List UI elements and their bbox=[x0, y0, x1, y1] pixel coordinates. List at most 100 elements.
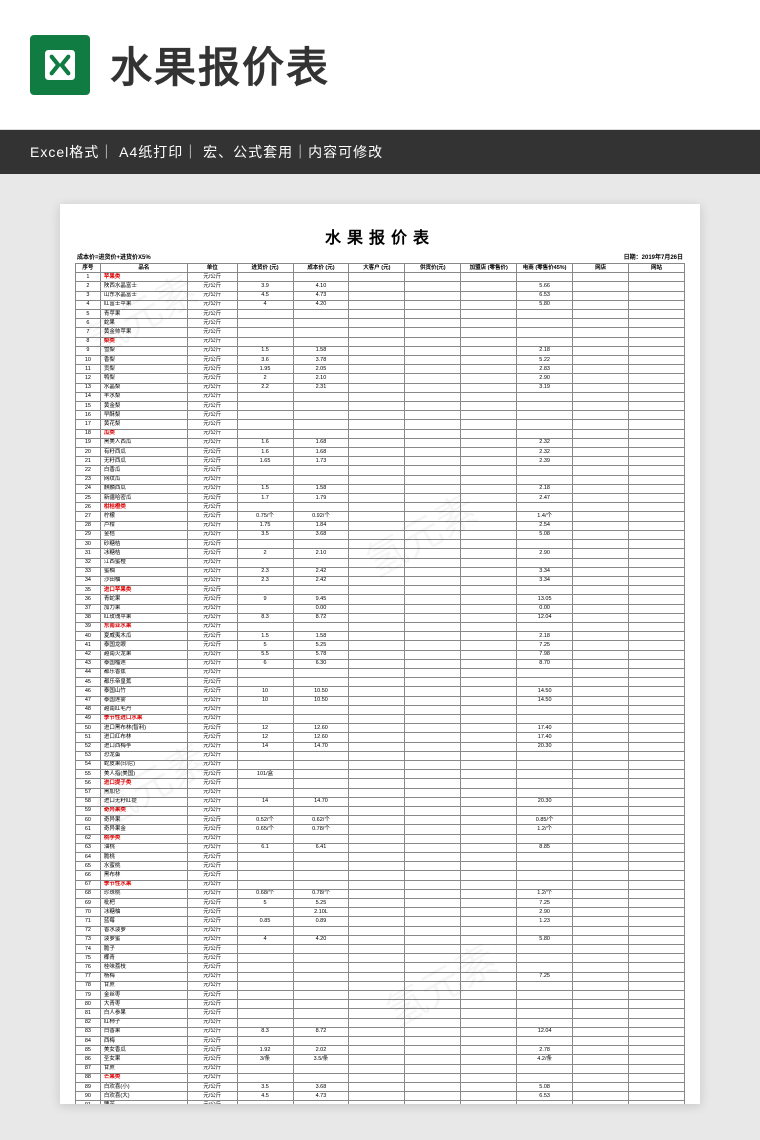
app-header: 水果报价表 bbox=[0, 0, 760, 130]
data-cell bbox=[405, 1027, 461, 1036]
data-cell bbox=[349, 1055, 405, 1064]
product-name-cell: 麒麟西瓜 bbox=[100, 484, 187, 493]
data-cell bbox=[573, 981, 629, 990]
data-cell bbox=[405, 714, 461, 723]
product-name-cell: 泰国龙眼 bbox=[100, 641, 187, 650]
table-row: 1苹果类元/公斤 bbox=[76, 273, 685, 282]
data-cell bbox=[405, 567, 461, 576]
data-cell bbox=[293, 622, 349, 631]
data-cell bbox=[349, 908, 405, 917]
data-cell bbox=[237, 586, 293, 595]
data-cell bbox=[461, 1009, 517, 1018]
data-cell bbox=[517, 880, 573, 889]
data-cell: 1.68 bbox=[293, 448, 349, 457]
data-cell bbox=[461, 567, 517, 576]
data-cell bbox=[461, 328, 517, 337]
product-name-cell: 黄花梨 bbox=[100, 420, 187, 429]
data-cell bbox=[349, 1092, 405, 1101]
data-cell bbox=[405, 576, 461, 585]
data-cell: 6.53 bbox=[517, 291, 573, 300]
data-cell: 12.04 bbox=[517, 613, 573, 622]
table-row: 18瓜类元/公斤 bbox=[76, 429, 685, 438]
data-cell: 0.78/个 bbox=[293, 889, 349, 898]
table-row: 38红玫瑰苹果元/公斤8.38.7212.04 bbox=[76, 613, 685, 622]
data-cell bbox=[573, 935, 629, 944]
table-row: 4红富士苹果元/公斤44.205.80 bbox=[76, 300, 685, 309]
data-cell bbox=[629, 319, 685, 328]
data-cell: 76 bbox=[76, 963, 101, 972]
table-row: 64脆桃元/公斤 bbox=[76, 853, 685, 862]
data-cell bbox=[461, 1018, 517, 1027]
data-cell bbox=[293, 945, 349, 954]
data-cell bbox=[461, 411, 517, 420]
data-cell bbox=[629, 862, 685, 871]
data-cell: 80 bbox=[76, 1000, 101, 1009]
product-name-cell: 枇杷 bbox=[100, 899, 187, 908]
data-cell bbox=[349, 595, 405, 604]
data-cell bbox=[517, 337, 573, 346]
data-cell: 57 bbox=[76, 788, 101, 797]
data-cell bbox=[629, 475, 685, 484]
data-cell: 45 bbox=[76, 678, 101, 687]
data-cell bbox=[461, 981, 517, 990]
data-cell bbox=[573, 512, 629, 521]
data-cell bbox=[237, 954, 293, 963]
table-row: 12鸭梨元/公斤22.102.90 bbox=[76, 374, 685, 383]
data-cell bbox=[349, 880, 405, 889]
data-cell bbox=[237, 1018, 293, 1027]
table-row: 3山东水晶富士元/公斤4.54.736.53 bbox=[76, 291, 685, 300]
data-cell bbox=[461, 273, 517, 282]
data-cell bbox=[517, 273, 573, 282]
data-cell bbox=[349, 632, 405, 641]
data-cell bbox=[629, 945, 685, 954]
data-cell: 14.70 bbox=[293, 742, 349, 751]
data-cell bbox=[237, 668, 293, 677]
data-cell bbox=[573, 632, 629, 641]
data-cell bbox=[629, 1092, 685, 1101]
data-cell bbox=[237, 1064, 293, 1073]
data-cell: 元/公斤 bbox=[187, 466, 237, 475]
data-cell: 元/公斤 bbox=[187, 503, 237, 512]
data-cell bbox=[461, 899, 517, 908]
data-cell bbox=[573, 889, 629, 898]
data-cell bbox=[349, 963, 405, 972]
data-cell: 元/公斤 bbox=[187, 346, 237, 355]
data-cell: 40 bbox=[76, 632, 101, 641]
data-cell: 元/公斤 bbox=[187, 429, 237, 438]
data-cell bbox=[405, 457, 461, 466]
product-name-cell: 黑美人西瓜 bbox=[100, 438, 187, 447]
data-cell: 元/公斤 bbox=[187, 779, 237, 788]
data-cell bbox=[573, 770, 629, 779]
data-cell: 2.78 bbox=[517, 1046, 573, 1055]
data-cell bbox=[461, 346, 517, 355]
data-cell bbox=[405, 871, 461, 880]
data-cell: 48 bbox=[76, 705, 101, 714]
data-cell bbox=[461, 1037, 517, 1046]
data-cell: 3.78 bbox=[293, 356, 349, 365]
data-cell bbox=[405, 770, 461, 779]
data-cell: 2.3 bbox=[237, 576, 293, 585]
data-cell: 12 bbox=[76, 374, 101, 383]
data-cell bbox=[517, 1009, 573, 1018]
data-cell: 3.68 bbox=[293, 1083, 349, 1092]
data-cell bbox=[573, 714, 629, 723]
data-cell bbox=[517, 503, 573, 512]
header-row: 序号 品名 单位 进货价 (元) 成本价 (元) 大客户 (元) 供货价(元) … bbox=[76, 264, 685, 273]
data-cell bbox=[349, 806, 405, 815]
data-cell bbox=[629, 1046, 685, 1055]
data-cell bbox=[629, 714, 685, 723]
data-cell: 元/公斤 bbox=[187, 586, 237, 595]
data-cell: 元/公斤 bbox=[187, 678, 237, 687]
data-cell: 5.25 bbox=[293, 899, 349, 908]
data-cell bbox=[349, 751, 405, 760]
data-cell: 55 bbox=[76, 770, 101, 779]
data-cell: 58 bbox=[76, 797, 101, 806]
data-cell: 6 bbox=[76, 319, 101, 328]
data-cell bbox=[349, 678, 405, 687]
data-cell: 65 bbox=[76, 862, 101, 871]
table-row: 81白人参果元/公斤 bbox=[76, 1009, 685, 1018]
data-cell bbox=[517, 402, 573, 411]
data-cell: 89 bbox=[76, 1083, 101, 1092]
category-cell: 东南亚水果 bbox=[100, 622, 187, 631]
data-cell bbox=[405, 1000, 461, 1009]
